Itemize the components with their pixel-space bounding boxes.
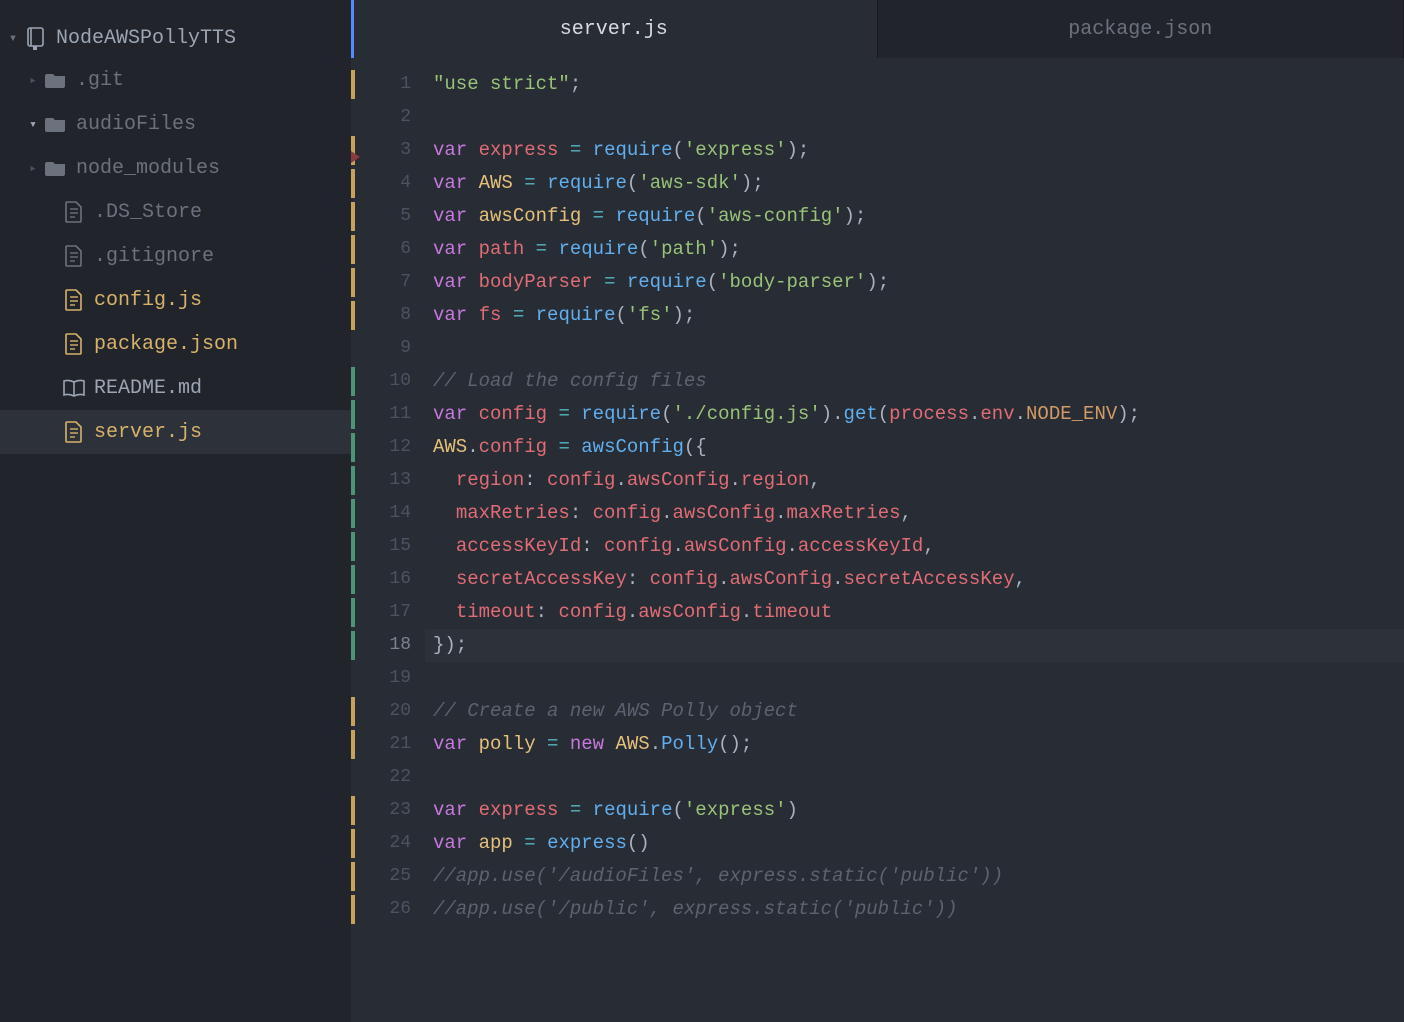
code-line[interactable]: accessKeyId: config.awsConfig.accessKeyI… bbox=[433, 530, 1404, 563]
chevron-down-icon: ▾ bbox=[24, 117, 42, 132]
folder-icon bbox=[42, 159, 70, 177]
chevron-down-icon: ▾ bbox=[4, 30, 22, 47]
line-number[interactable]: 6 bbox=[351, 233, 425, 266]
code-line[interactable]: var fs = require('fs'); bbox=[433, 299, 1404, 332]
line-number[interactable]: 15 bbox=[351, 530, 425, 563]
tree-file[interactable]: .DS_Store bbox=[0, 190, 351, 234]
code-line[interactable]: AWS.config = awsConfig({ bbox=[433, 431, 1404, 464]
tree-item-label: .gitignore bbox=[94, 245, 214, 268]
line-number[interactable]: 1 bbox=[351, 68, 425, 101]
code-line[interactable]: var polly = new AWS.Polly(); bbox=[433, 728, 1404, 761]
line-number[interactable]: 23 bbox=[351, 794, 425, 827]
book-icon bbox=[60, 378, 88, 398]
code-line[interactable]: "use strict"; bbox=[433, 68, 1404, 101]
tree-item-label: config.js bbox=[94, 289, 202, 312]
code-line[interactable]: timeout: config.awsConfig.timeout bbox=[433, 596, 1404, 629]
repo-icon bbox=[22, 26, 50, 50]
code-line[interactable]: var bodyParser = require('body-parser'); bbox=[433, 266, 1404, 299]
file-icon bbox=[60, 421, 88, 443]
code-line[interactable] bbox=[433, 662, 1404, 695]
tree-file[interactable]: package.json bbox=[0, 322, 351, 366]
chevron-right-icon: ▸ bbox=[24, 161, 42, 176]
line-number[interactable]: 22 bbox=[351, 761, 425, 794]
line-number[interactable]: 5 bbox=[351, 200, 425, 233]
line-number[interactable]: 3 bbox=[351, 134, 425, 167]
project-root[interactable]: ▾ NodeAWSPollyTTS bbox=[0, 18, 351, 58]
line-number[interactable]: 21 bbox=[351, 728, 425, 761]
code-line[interactable]: //app.use('/audioFiles', express.static(… bbox=[433, 860, 1404, 893]
code-line[interactable]: var config = require('./config.js').get(… bbox=[433, 398, 1404, 431]
line-number[interactable]: 16 bbox=[351, 563, 425, 596]
editor-pane: server.jspackage.json 123456789101112131… bbox=[351, 0, 1404, 1022]
code-line[interactable]: var path = require('path'); bbox=[433, 233, 1404, 266]
line-number[interactable]: 10 bbox=[351, 365, 425, 398]
tab-server-js[interactable]: server.js bbox=[351, 0, 878, 58]
file-icon bbox=[60, 289, 88, 311]
tree-item-label: .git bbox=[76, 69, 124, 92]
tree-item-label: package.json bbox=[94, 333, 238, 356]
line-number[interactable]: 11 bbox=[351, 398, 425, 431]
gutter: 1234567891011121314151617181920212223242… bbox=[351, 58, 425, 1022]
code-line[interactable]: var awsConfig = require('aws-config'); bbox=[433, 200, 1404, 233]
file-icon bbox=[60, 201, 88, 223]
code-line[interactable]: var express = require('express') bbox=[433, 794, 1404, 827]
line-number[interactable]: 17 bbox=[351, 596, 425, 629]
code-line[interactable]: secretAccessKey: config.awsConfig.secret… bbox=[433, 563, 1404, 596]
code-line[interactable] bbox=[433, 761, 1404, 794]
tree-item-label: server.js bbox=[94, 421, 202, 444]
tree-item-label: node_modules bbox=[76, 157, 220, 180]
code-line[interactable]: }); bbox=[425, 629, 1404, 662]
line-number[interactable]: 24 bbox=[351, 827, 425, 860]
code-line[interactable]: region: config.awsConfig.region, bbox=[433, 464, 1404, 497]
tab-bar: server.jspackage.json bbox=[351, 0, 1404, 58]
code-line[interactable]: var app = express() bbox=[433, 827, 1404, 860]
tree-folder[interactable]: ▸ .git bbox=[0, 58, 351, 102]
tree-item-label: audioFiles bbox=[76, 113, 196, 136]
tree-file[interactable]: README.md bbox=[0, 366, 351, 410]
tree-item-label: .DS_Store bbox=[94, 201, 202, 224]
line-number[interactable]: 7 bbox=[351, 266, 425, 299]
file-icon bbox=[60, 333, 88, 355]
tab-package-json[interactable]: package.json bbox=[878, 0, 1404, 58]
line-number[interactable]: 14 bbox=[351, 497, 425, 530]
chevron-right-icon: ▸ bbox=[24, 73, 42, 88]
tree-file[interactable]: server.js bbox=[0, 410, 351, 454]
folder-icon bbox=[42, 115, 70, 133]
line-number[interactable]: 8 bbox=[351, 299, 425, 332]
tree-file[interactable]: .gitignore bbox=[0, 234, 351, 278]
code-line[interactable]: maxRetries: config.awsConfig.maxRetries, bbox=[433, 497, 1404, 530]
code-content[interactable]: "use strict"; var express = require('expr… bbox=[425, 58, 1404, 1022]
code-line[interactable]: // Load the config files bbox=[433, 365, 1404, 398]
line-number[interactable]: 25 bbox=[351, 860, 425, 893]
line-number[interactable]: 13 bbox=[351, 464, 425, 497]
line-number[interactable]: 2 bbox=[351, 101, 425, 134]
bookmark-marker-icon bbox=[351, 151, 360, 163]
code-line[interactable]: var express = require('express'); bbox=[433, 134, 1404, 167]
tree-item-label: README.md bbox=[94, 377, 202, 400]
line-number[interactable]: 20 bbox=[351, 695, 425, 728]
code-line[interactable] bbox=[433, 101, 1404, 134]
line-number[interactable]: 12 bbox=[351, 431, 425, 464]
code-line[interactable]: //app.use('/public', express.static('pub… bbox=[433, 893, 1404, 926]
line-number[interactable]: 18 bbox=[351, 629, 425, 662]
line-number[interactable]: 9 bbox=[351, 332, 425, 365]
file-icon bbox=[60, 245, 88, 267]
line-number[interactable]: 4 bbox=[351, 167, 425, 200]
tree-folder[interactable]: ▸ node_modules bbox=[0, 146, 351, 190]
folder-icon bbox=[42, 71, 70, 89]
code-line[interactable]: // Create a new AWS Polly object bbox=[433, 695, 1404, 728]
project-name: NodeAWSPollyTTS bbox=[56, 27, 236, 50]
file-tree-sidebar: ▾ NodeAWSPollyTTS ▸ .git ▾ audioFiles ▸ node_… bbox=[0, 0, 351, 1022]
tree-folder[interactable]: ▾ audioFiles bbox=[0, 102, 351, 146]
line-number[interactable]: 26 bbox=[351, 893, 425, 926]
code-line[interactable] bbox=[433, 332, 1404, 365]
code-area[interactable]: 1234567891011121314151617181920212223242… bbox=[351, 58, 1404, 1022]
code-line[interactable]: var AWS = require('aws-sdk'); bbox=[433, 167, 1404, 200]
tree-file[interactable]: config.js bbox=[0, 278, 351, 322]
line-number[interactable]: 19 bbox=[351, 662, 425, 695]
